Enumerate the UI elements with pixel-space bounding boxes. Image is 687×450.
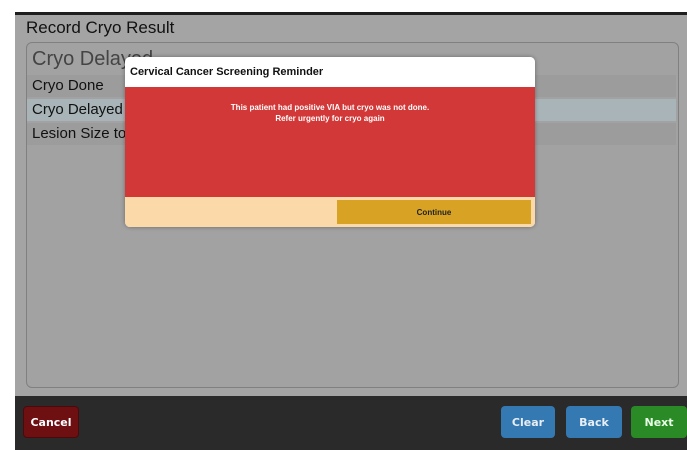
modal-message-line-2: Refer urgently for cryo again: [275, 114, 385, 123]
modal-title: Cervical Cancer Screening Reminder: [125, 57, 535, 87]
modal-footer: Continue: [125, 197, 535, 227]
clear-button[interactable]: Clear: [501, 406, 555, 438]
bottom-nav-bar: Cancel Clear Back Next: [15, 396, 687, 450]
next-button[interactable]: Next: [631, 406, 687, 438]
back-button[interactable]: Back: [566, 406, 622, 438]
top-strip: [15, 12, 687, 15]
continue-button[interactable]: Continue: [337, 200, 531, 224]
page-title: Record Cryo Result: [26, 18, 175, 37]
cancel-button[interactable]: Cancel: [23, 406, 79, 438]
modal-message: This patient had positive VIA but cryo w…: [125, 87, 535, 197]
modal-message-line-1: This patient had positive VIA but cryo w…: [230, 103, 430, 112]
reminder-modal: Cervical Cancer Screening Reminder This …: [125, 57, 535, 227]
